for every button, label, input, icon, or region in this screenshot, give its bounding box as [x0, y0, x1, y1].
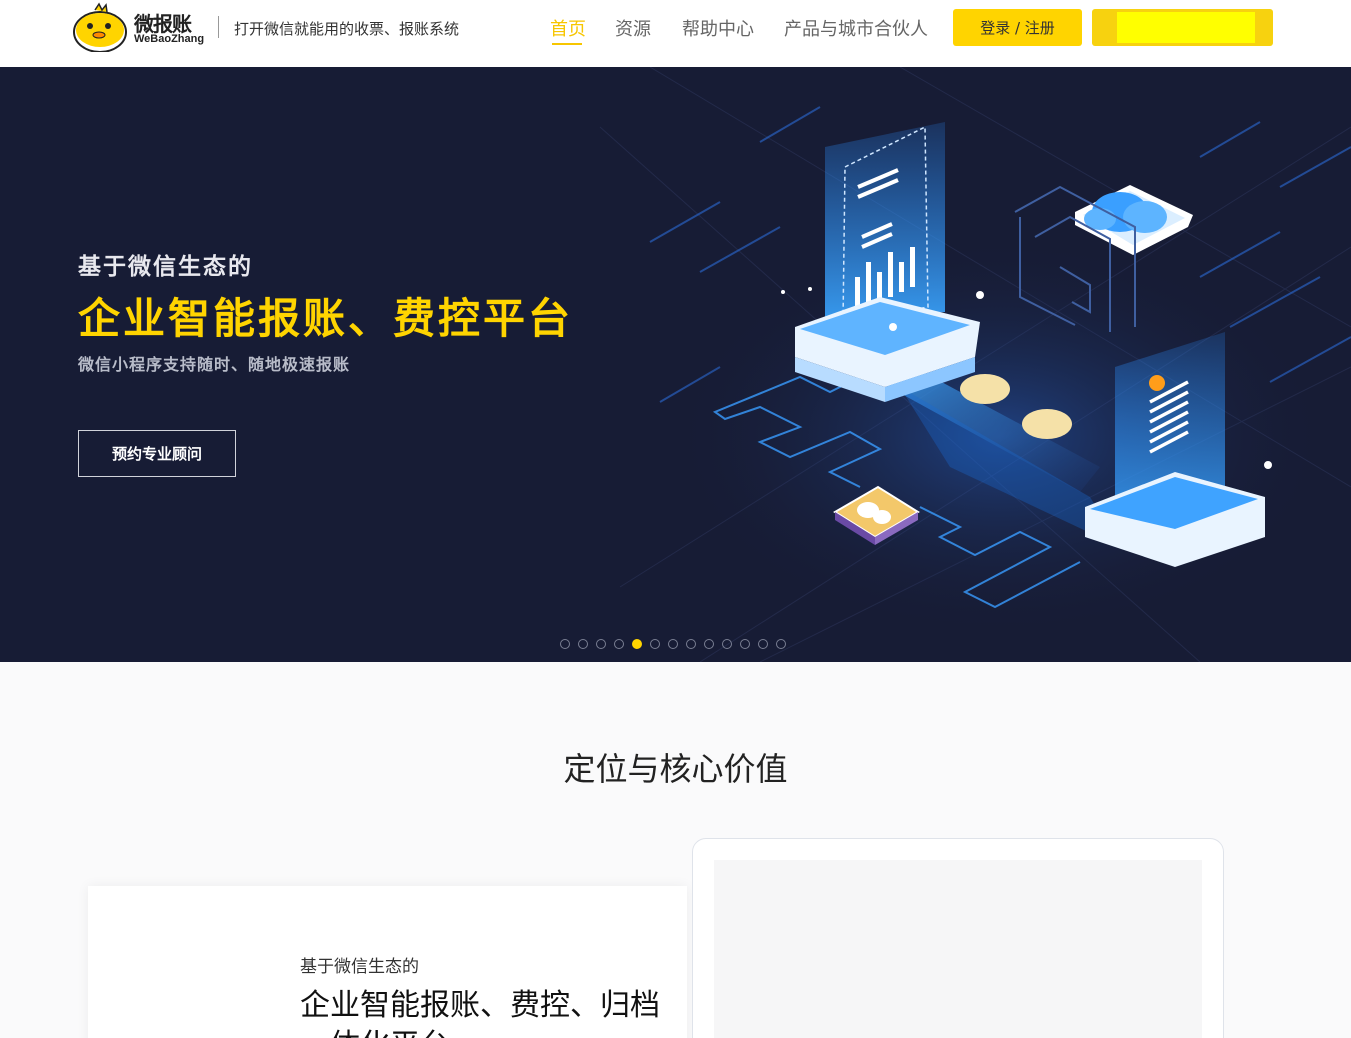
logo-chick-icon[interactable]	[73, 2, 131, 52]
login-register-button[interactable]: 登录 / 注册	[953, 9, 1082, 46]
hero-subtitle: 基于微信生态的	[78, 254, 253, 280]
nav-home[interactable]: 首页	[550, 15, 586, 41]
hero-banner: 基于微信生态的 企业智能报账、费控平台 微信小程序支持随时、随地极速报账 预约专…	[0, 67, 1351, 662]
logo-divider	[218, 16, 219, 38]
carousel-dot[interactable]	[740, 639, 750, 649]
carousel-dot[interactable]	[686, 639, 696, 649]
carousel-dot[interactable]	[722, 639, 732, 649]
site-header: 微报账 WeBaoZhang 打开微信就能用的收票、报账系统 首页 资源 帮助中…	[0, 0, 1351, 67]
carousel-dot[interactable]	[614, 639, 624, 649]
carousel-dot[interactable]	[758, 639, 768, 649]
carousel-dot[interactable]	[704, 639, 714, 649]
book-consultant-button[interactable]: 预约专业顾问	[78, 430, 236, 477]
highlight-block	[1117, 12, 1255, 43]
tagline: 打开微信就能用的收票、报账系统	[234, 20, 460, 38]
carousel-dot[interactable]	[596, 639, 606, 649]
hero-title: 企业智能报账、费控平台	[78, 294, 574, 343]
carousel-dot[interactable]	[560, 639, 570, 649]
nav-help-center[interactable]: 帮助中心	[682, 15, 754, 41]
coin-icon-1	[960, 374, 1010, 404]
section-title: 定位与核心价值	[563, 750, 788, 788]
highlighted-button[interactable]	[1092, 9, 1273, 46]
media-placeholder	[714, 860, 1202, 1038]
nav-partners[interactable]: 产品与城市合伙人	[784, 15, 928, 41]
hero-description: 微信小程序支持随时、随地极速报账	[78, 355, 351, 374]
card-subtitle: 基于微信生态的	[300, 957, 419, 977]
carousel-dot[interactable]	[668, 639, 678, 649]
carousel-dot[interactable]	[578, 639, 588, 649]
coin-icon-2	[1022, 409, 1072, 439]
nav-active-indicator	[552, 43, 582, 45]
carousel-pagination	[560, 639, 786, 649]
carousel-dot[interactable]	[650, 639, 660, 649]
media-card	[692, 838, 1224, 1038]
nav-resources[interactable]: 资源	[615, 15, 651, 41]
carousel-dot[interactable]	[632, 639, 642, 649]
carousel-dot[interactable]	[776, 639, 786, 649]
card-title: 企业智能报账、费控、归档一体化平台	[300, 988, 660, 1038]
value-card: 基于微信生态的 企业智能报账、费控、归档一体化平台	[88, 886, 687, 1038]
value-section: 定位与核心价值 基于微信生态的 企业智能报账、费控、归档一体化平台	[0, 662, 1351, 1038]
chart-tower	[825, 122, 945, 317]
logo-text-en[interactable]: WeBaoZhang	[134, 33, 204, 45]
coin-icon	[1149, 375, 1165, 391]
